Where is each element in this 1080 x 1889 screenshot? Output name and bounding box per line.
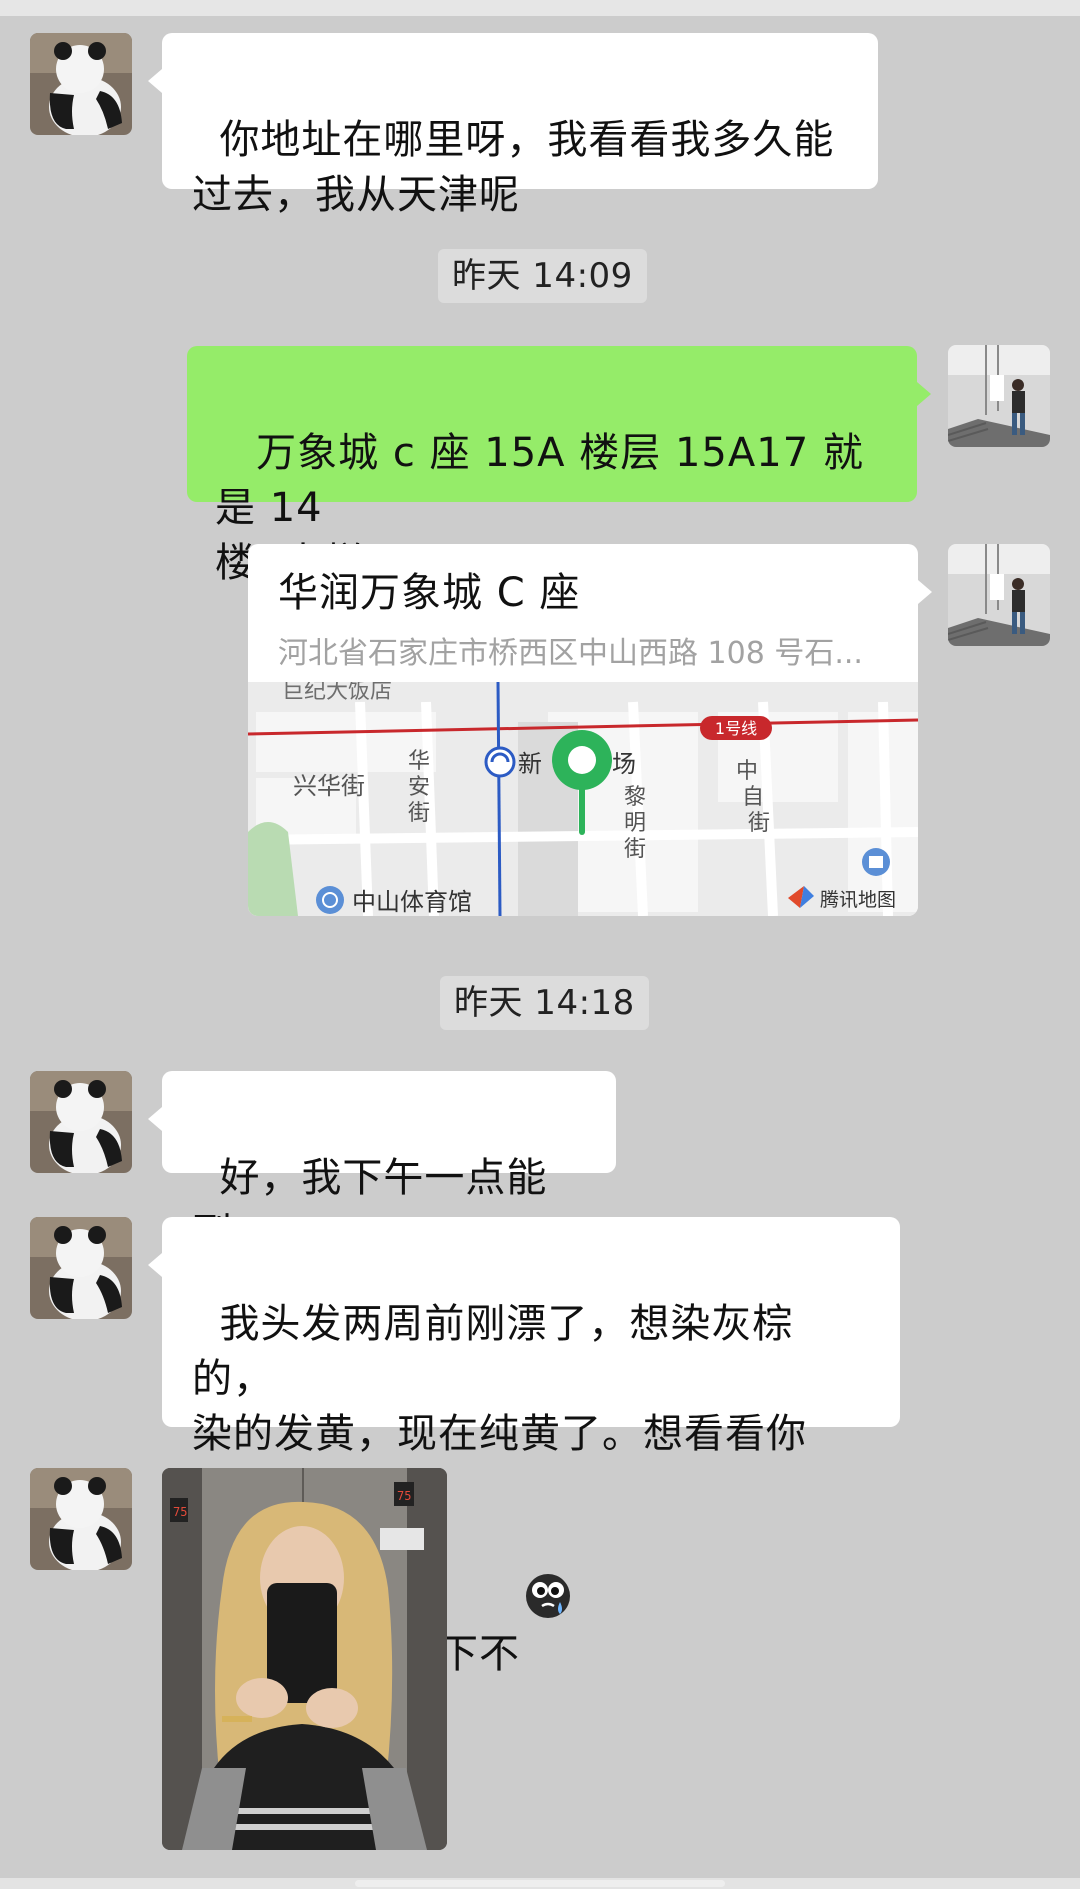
map-label: 兴华街 [293,772,365,800]
message-bubble-incoming[interactable]: 你地址在哪里呀，我看看我多久能 过去，我从天津呢 [148,33,878,218]
map-label: 明 [624,811,646,836]
message-text: 你地址在哪里呀，我看看我多久能 过去，我从天津呢 [192,117,835,218]
location-map[interactable]: 1号线 巨纪大饭店 新 场 兴华街 华 安 街 黎 明 街 中 自 街 中山体育… [248,682,918,916]
map-label: 安 [408,775,430,800]
metro-line-label: 1号线 [715,719,757,738]
map-label: 黎 [624,785,646,810]
my-avatar[interactable] [948,544,1050,646]
bubble-tail [918,580,932,604]
bottom-strip [0,1878,1080,1889]
map-label: 场 [612,750,636,778]
crying-face-emoji [524,1462,572,1618]
message-bubble-outgoing[interactable]: 万象城 c 座 15A 楼层 15A17 就是 14 楼 电梯显示 15A [187,346,931,586]
svg-text:75: 75 [397,1489,411,1503]
timestamp: 昨天 14:09 [438,249,647,303]
status-strip [0,0,1080,16]
contact-avatar[interactable] [30,1217,132,1319]
map-label: 中 [736,759,758,784]
elevator-selfie-photo: 75 75 [162,1468,447,1850]
map-brand-label: 腾讯地图 [820,889,896,911]
contact-avatar[interactable] [30,33,132,135]
map-label: 街 [624,837,646,862]
map-label: 街 [408,801,430,826]
contact-avatar[interactable] [30,1071,132,1173]
map-label: 自 [742,785,764,810]
map-label: 华 [408,749,430,774]
location-address: 河北省石家庄市桥西区中山西路 108 号石... [278,636,863,671]
map-label: 街 [748,811,770,836]
scroll-handle[interactable] [355,1880,725,1887]
my-avatar[interactable] [948,345,1050,447]
location-title: 华润万象城 C 座 [278,570,581,616]
svg-text:75: 75 [173,1505,187,1519]
timestamp: 昨天 14:18 [440,976,649,1030]
location-card[interactable]: 华润万象城 C 座 河北省石家庄市桥西区中山西路 108 号石... 1号线 巨… [248,544,918,916]
map-label: 新 [518,750,542,778]
message-bubble-incoming[interactable]: 好，我下午一点能到 [148,1071,616,1256]
contact-avatar[interactable] [30,1468,132,1570]
message-bubble-incoming[interactable]: 我头发两周前刚漂了，想染灰棕的， 染的发黄，现在纯黄了。想看看你 这能帮我救一下… [148,1217,900,1677]
map-label: 中山体育馆 [352,888,472,916]
image-message[interactable]: 75 75 [162,1468,447,1850]
map-label: 巨纪大饭店 [282,682,392,704]
